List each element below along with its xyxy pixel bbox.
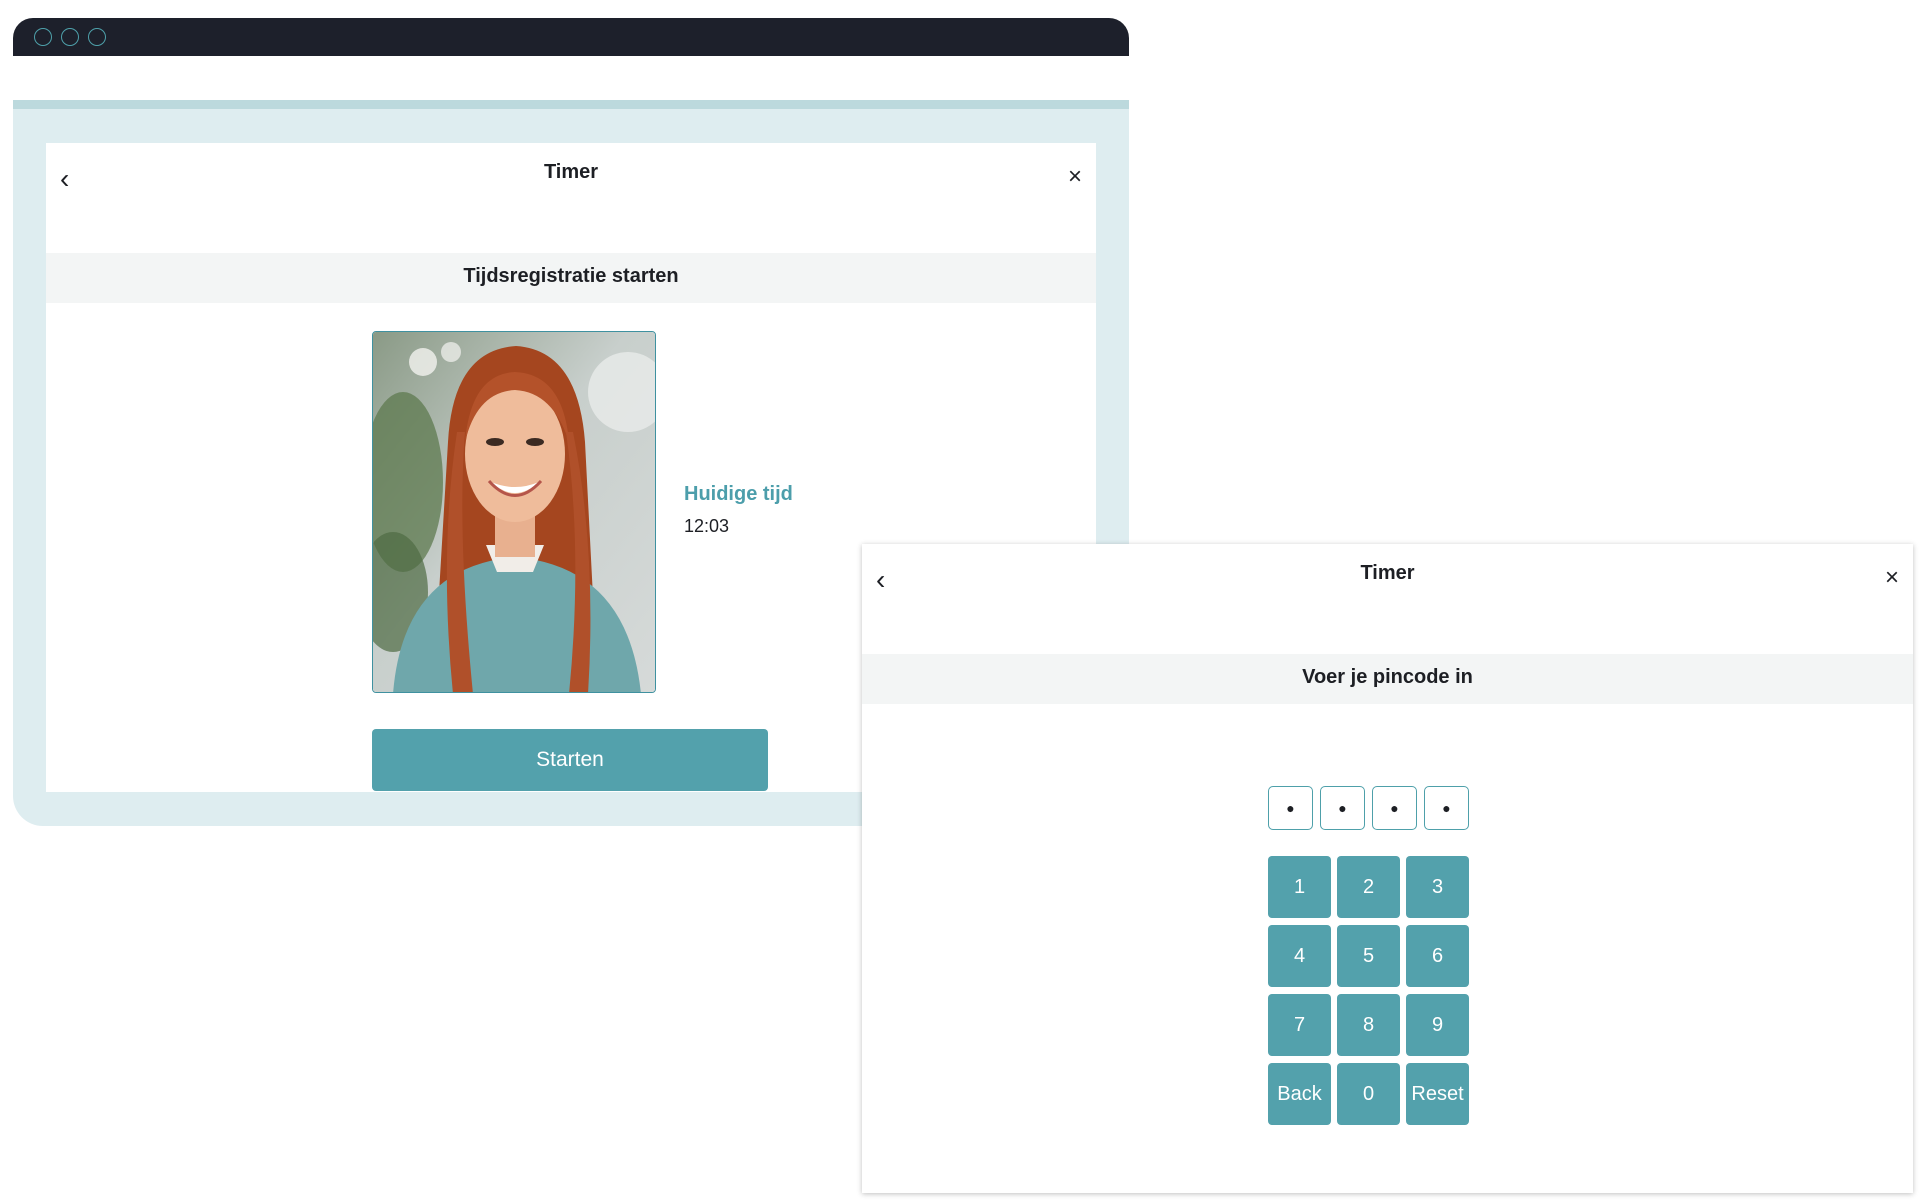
- pin-code-display: ● ● ● ●: [862, 786, 1913, 830]
- current-time-value: 12:03: [684, 516, 730, 536]
- window-close-control[interactable]: [34, 28, 52, 46]
- window-minimize-control[interactable]: [61, 28, 79, 46]
- accent-bar: [13, 100, 1129, 109]
- keypad-key-7[interactable]: 7: [1268, 994, 1331, 1056]
- window-maximize-control[interactable]: [88, 28, 106, 46]
- keypad-key-6[interactable]: 6: [1406, 925, 1469, 987]
- close-icon[interactable]: ×: [1885, 564, 1899, 592]
- pin-digit: ●: [1268, 786, 1313, 830]
- pin-digit: ●: [1424, 786, 1469, 830]
- start-button[interactable]: Starten: [372, 729, 768, 791]
- keypad-key-3[interactable]: 3: [1406, 856, 1469, 918]
- keypad-key-4[interactable]: 4: [1268, 925, 1331, 987]
- keypad-key-9[interactable]: 9: [1406, 994, 1469, 1056]
- keypad-key-2[interactable]: 2: [1337, 856, 1400, 918]
- current-time-label: Huidige tijd: [684, 483, 793, 505]
- close-icon[interactable]: ×: [1068, 163, 1082, 191]
- keypad-back-button[interactable]: Back: [1268, 1063, 1331, 1125]
- section-title: Tijdsregistratie starten: [46, 253, 1096, 303]
- pin-section-title: Voer je pincode in: [862, 654, 1913, 704]
- keypad-key-5[interactable]: 5: [1337, 925, 1400, 987]
- pin-digit: ●: [1320, 786, 1365, 830]
- timer-card-header: ‹ Timer ×: [46, 143, 1096, 253]
- window-titlebar: [13, 18, 1129, 56]
- keypad-key-8[interactable]: 8: [1337, 994, 1400, 1056]
- pin-modal-header: ‹ Timer ×: [862, 544, 1913, 654]
- keypad-key-1[interactable]: 1: [1268, 856, 1331, 918]
- employee-photo: [372, 331, 656, 693]
- employee-photo-illustration: [373, 332, 655, 692]
- pin-modal-title: Timer: [1360, 562, 1415, 584]
- timer-card-title: Timer: [543, 161, 599, 183]
- keypad-reset-button[interactable]: Reset: [1406, 1063, 1469, 1125]
- pin-digit: ●: [1372, 786, 1417, 830]
- pin-modal: ‹ Timer × Voer je pincode in ● ● ● ● 1 2…: [862, 544, 1913, 1193]
- keypad-key-0[interactable]: 0: [1337, 1063, 1400, 1125]
